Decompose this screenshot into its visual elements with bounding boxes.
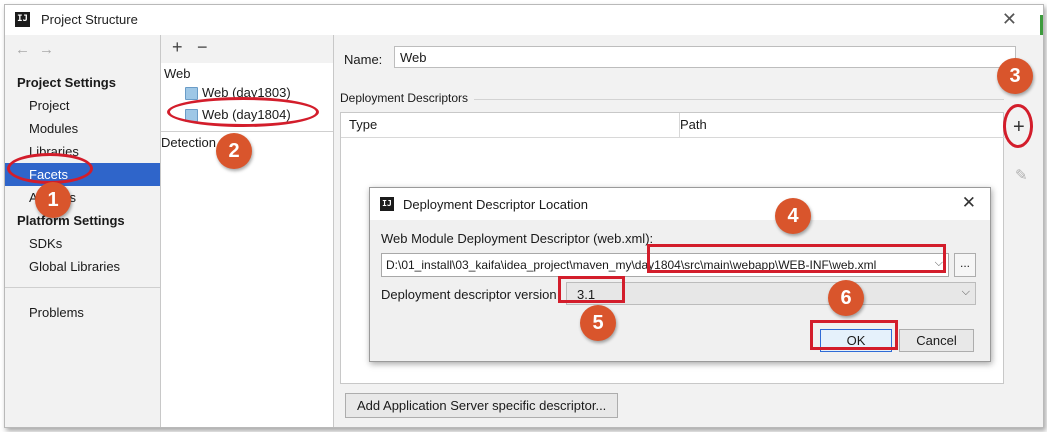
nav-divider (5, 287, 160, 288)
section-divider (474, 99, 1004, 100)
window-titlebar: IJ Project Structure ✕ (5, 5, 1043, 35)
nav-item-problems[interactable]: Problems (5, 301, 160, 324)
descriptor-path-label: Web Module Deployment Descriptor (web.xm… (381, 231, 654, 246)
nav-item-project[interactable]: Project (5, 94, 160, 117)
window-edge-indicator (1040, 15, 1043, 35)
highlight-facets (7, 153, 93, 184)
step-badge-2: 2 (216, 133, 252, 169)
web-facet-icon (185, 87, 198, 100)
nav-item-sdks[interactable]: SDKs (5, 232, 160, 255)
step-badge-5: 5 (580, 305, 616, 341)
project-structure-window: IJ Project Structure ✕ ←→ Project Settin… (4, 4, 1044, 428)
facet-group-web[interactable]: Web (164, 66, 191, 81)
facets-list-panel: + − Web Web (day1803) Web (day1804) Dete… (161, 35, 334, 427)
settings-nav: ←→ Project Settings Project Modules Libr… (5, 35, 161, 427)
window-close-icon[interactable]: ✕ (1002, 9, 1017, 30)
chevron-down-icon[interactable]: ⌵ (962, 286, 970, 299)
descriptor-version-label: Deployment descriptor version (381, 287, 557, 302)
nav-item-modules[interactable]: Modules (5, 117, 160, 140)
project-settings-header: Project Settings (17, 75, 116, 90)
facets-toolbar: + − (161, 35, 333, 63)
edit-descriptor-icon[interactable]: ✎ (1015, 166, 1028, 184)
highlight-add-descriptor (1003, 104, 1033, 148)
highlight-ok-button (810, 320, 898, 350)
step-badge-3: 3 (997, 58, 1033, 94)
highlight-descriptor-path (647, 244, 946, 273)
column-header-type[interactable]: Type (341, 113, 680, 138)
add-facet-icon[interactable]: + (172, 37, 183, 58)
step-badge-6: 6 (828, 280, 864, 316)
descriptor-tools: + ✎ (1009, 112, 1039, 384)
dialog-title: Deployment Descriptor Location (403, 197, 588, 212)
dialog-titlebar: IJ Deployment Descriptor Location ✕ (370, 188, 990, 220)
facet-name-field[interactable]: Web (394, 46, 1016, 68)
highlight-version (558, 276, 625, 303)
name-label: Name: (344, 52, 383, 67)
highlight-web-day1804 (167, 97, 319, 127)
nav-item-artifacts[interactable]: Artifacts (5, 186, 160, 209)
deployment-descriptors-label: Deployment Descriptors (340, 91, 469, 105)
descriptor-version-select[interactable]: 3.1 ⌵ (566, 282, 976, 305)
step-badge-1: 1 (35, 182, 71, 218)
browse-button[interactable]: ... (954, 253, 976, 277)
platform-settings-header: Platform Settings (17, 213, 125, 228)
remove-facet-icon[interactable]: − (197, 37, 208, 58)
intellij-icon: IJ (380, 197, 394, 211)
back-forward-icons[interactable]: ←→ (15, 41, 63, 58)
column-header-path[interactable]: Path (672, 113, 1005, 138)
nav-item-global-libraries[interactable]: Global Libraries (5, 255, 160, 278)
window-title: Project Structure (41, 12, 138, 27)
step-badge-4: 4 (775, 198, 811, 234)
cancel-button[interactable]: Cancel (899, 329, 974, 352)
add-server-descriptor-button[interactable]: Add Application Server specific descript… (345, 393, 619, 418)
intellij-icon: IJ (15, 12, 30, 27)
dialog-close-icon[interactable]: ✕ (962, 193, 976, 213)
